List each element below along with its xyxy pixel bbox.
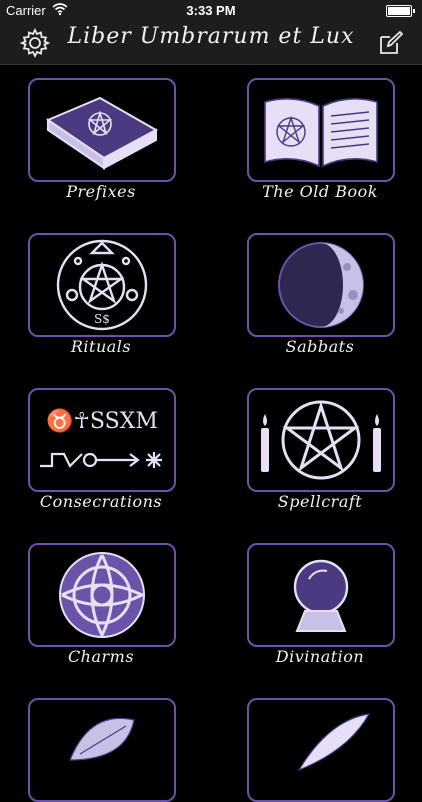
quill-icon xyxy=(297,713,371,772)
tile-label: Divination xyxy=(275,647,365,666)
tile-label: Charms xyxy=(67,647,135,666)
tile-label: Rituals xyxy=(70,337,132,356)
celtic-knot-icon xyxy=(59,552,146,639)
status-bar: Carrier 3:33 PM xyxy=(0,0,422,20)
tile-frame xyxy=(247,233,395,337)
app-title: Liber Umbrarum et Lux xyxy=(67,24,355,49)
tile-frame xyxy=(28,543,176,647)
runes-icon: ♉☥SSXM xyxy=(40,408,162,468)
clock: 3:33 PM xyxy=(186,3,236,18)
tile-label: Spellcraft xyxy=(277,492,363,511)
tile-label: Prefixes xyxy=(66,182,136,201)
pentacle-candles-icon xyxy=(261,400,381,480)
moon-phase-icon xyxy=(278,242,364,328)
open-book-icon xyxy=(264,98,378,168)
tile-frame: S$ xyxy=(28,233,176,337)
tile-frame: ♉☥SSXM xyxy=(28,388,176,492)
ritual-pentacle-icon: S$ xyxy=(56,239,148,331)
book-pentagram-icon xyxy=(45,96,159,170)
battery-icon xyxy=(386,5,415,17)
tile-label: Sabbats xyxy=(285,337,355,356)
tile-label: Consecrations xyxy=(39,492,163,511)
gear-icon[interactable] xyxy=(20,28,50,58)
leaf-icon xyxy=(69,717,135,761)
tile-frame xyxy=(28,78,176,182)
tile-frame xyxy=(247,698,395,802)
svg-text:S$: S$ xyxy=(94,312,110,326)
tile-frame xyxy=(247,78,395,182)
tile-frame xyxy=(247,543,395,647)
navigation-bar: Liber Umbrarum et Lux xyxy=(0,20,422,65)
tile-frame xyxy=(247,388,395,492)
svg-text:♉☥SSXM: ♉☥SSXM xyxy=(46,408,158,434)
compose-icon[interactable] xyxy=(378,30,404,56)
crystal-ball-icon xyxy=(293,559,349,632)
tile-label: The Old Book xyxy=(262,182,378,201)
tile-frame xyxy=(28,698,176,802)
